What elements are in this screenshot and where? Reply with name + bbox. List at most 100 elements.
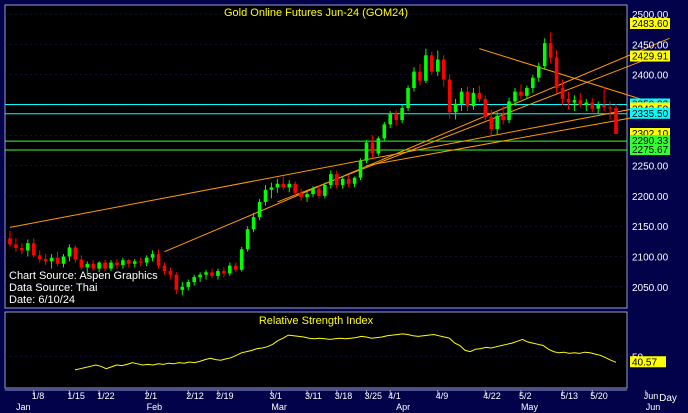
candle-body [412, 71, 416, 89]
candle-body [542, 43, 547, 67]
candle-body [453, 103, 458, 113]
candle-body [501, 115, 505, 121]
price-y-tick-label: 2200.00 [632, 192, 669, 203]
x-month-label: Jun [646, 402, 661, 412]
candle-body [204, 272, 208, 275]
candle-body [281, 183, 286, 188]
x-tick-label: 5/20 [590, 391, 608, 401]
candle-body [554, 57, 559, 89]
x-tick-label: 2/12 [186, 391, 204, 401]
candle-body [572, 100, 577, 103]
candle-body [513, 91, 517, 102]
candle-body [447, 79, 452, 113]
x-tick-label: 3/18 [335, 391, 353, 401]
candle-body [73, 247, 78, 260]
x-month-label: Apr [396, 402, 410, 412]
price-label-text: 2429.91 [632, 52, 669, 63]
candle-body [382, 124, 387, 139]
candle-body [489, 117, 494, 130]
x-month-label: May [521, 402, 539, 412]
candle-body [548, 43, 553, 58]
x-month-label: Feb [147, 402, 163, 412]
candle-body [293, 183, 297, 193]
x-tick-label: 4/22 [483, 391, 501, 401]
candle-body [174, 274, 179, 290]
x-tick-label: 4/1 [388, 391, 401, 401]
candle-body [239, 249, 244, 270]
candle-body [370, 142, 375, 154]
candle-body [536, 66, 541, 78]
x-month-label: Mar [271, 402, 287, 412]
annotation-chart-source: Chart Source: Aspen Graphics [9, 270, 158, 282]
candle-body [216, 271, 220, 276]
x-tick-label: 5/2 [519, 391, 532, 401]
candle-body [578, 100, 583, 105]
candle-body [584, 102, 589, 105]
chart-svg: 2050.002100.002150.002200.002250.002300.… [4, 4, 677, 412]
candle-body [150, 254, 155, 258]
candle-body [435, 59, 440, 72]
candle-body [162, 265, 167, 272]
candle-body [346, 178, 351, 184]
price-label-text: 2275.67 [632, 145, 669, 156]
candle-body [103, 262, 107, 269]
price-label-text: 2483.60 [632, 19, 669, 30]
annotation-date: Date: 6/10/24 [9, 294, 75, 306]
x-tick-label: 4/9 [436, 391, 449, 401]
x-tick-label: 3/11 [305, 391, 322, 401]
candle-body [299, 192, 303, 198]
candle-body [519, 91, 523, 96]
price-label-text: 2335.50 [632, 109, 669, 120]
candle-body [67, 247, 72, 257]
annotation-data-source: Data Source: Thai [9, 282, 97, 294]
candle-body [109, 262, 113, 269]
price-y-tick-label: 2100.00 [632, 253, 669, 264]
candle-body [85, 263, 90, 268]
candle-body [608, 107, 612, 109]
candle-body [560, 88, 565, 99]
candle-body [180, 286, 185, 290]
candle-body [287, 183, 292, 188]
price-chart-title: Gold Online Futures Jun-24 (GOM24) [224, 7, 408, 19]
candle-body [596, 104, 600, 109]
candle-body [192, 277, 196, 282]
candle-body [121, 260, 125, 265]
candle-body [251, 217, 256, 230]
candle-body [14, 244, 18, 249]
candle-body [465, 91, 470, 107]
candle-body [26, 243, 30, 251]
candle-body [400, 108, 404, 121]
x-tick-label: 5/13 [561, 391, 579, 401]
candle-body [79, 259, 84, 268]
candle-body [275, 183, 280, 188]
candle-body [317, 188, 321, 196]
candle-body [531, 77, 535, 89]
candle-body [61, 256, 66, 264]
candle-body [168, 271, 173, 275]
candle-body [495, 115, 499, 130]
x-tick-label: 3/25 [364, 391, 382, 401]
candle-body [340, 178, 345, 185]
candle-body [245, 229, 250, 250]
candle-body [43, 258, 48, 262]
candle-body [424, 55, 428, 81]
candle-body [269, 187, 274, 190]
rsi-last-value-label: 40.57 [632, 357, 657, 368]
candle-body [8, 238, 12, 245]
candle-body [364, 142, 369, 161]
candle-body [388, 114, 393, 125]
x-tick-label: 2/1 [145, 391, 158, 401]
candle-body [507, 101, 511, 121]
candle-body [91, 263, 95, 269]
price-y-tick-label: 2150.00 [632, 222, 669, 233]
candle-body [394, 114, 398, 121]
candle-body [471, 92, 476, 107]
candle-body [525, 88, 529, 96]
candle-body [483, 98, 488, 118]
rsi-title: Relative Strength Index [259, 315, 374, 327]
candle-body [210, 272, 214, 276]
candle-body [127, 260, 131, 264]
candle-body [566, 98, 571, 103]
x-tick-label: 2/19 [216, 391, 234, 401]
candle-body [329, 174, 333, 185]
